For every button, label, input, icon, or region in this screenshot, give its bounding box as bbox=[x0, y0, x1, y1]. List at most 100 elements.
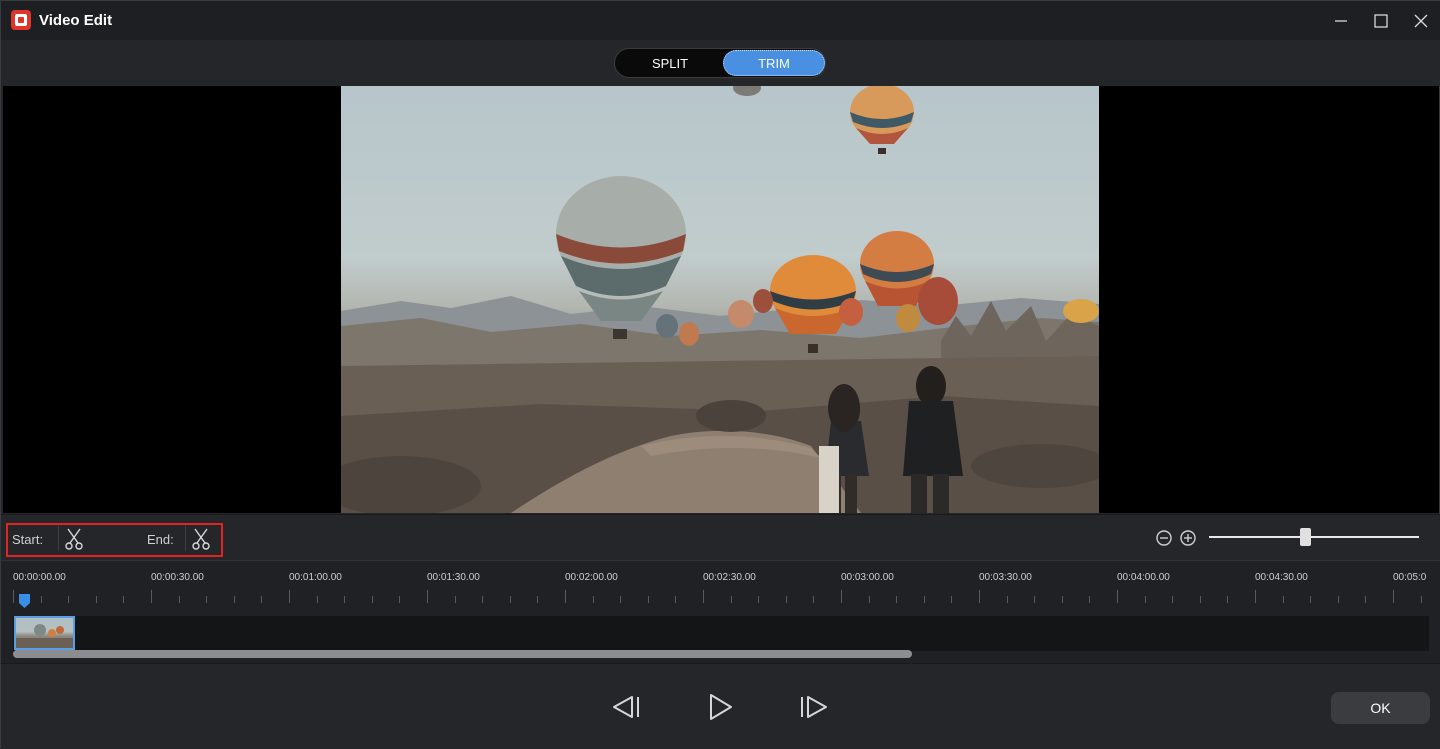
previous-frame-button[interactable] bbox=[608, 689, 644, 725]
ruler-minor-tick bbox=[482, 596, 483, 603]
ruler-label: 00:02:00.00 bbox=[565, 572, 618, 583]
ruler-label: 00:02:30.00 bbox=[703, 572, 756, 583]
step-forward-icon bbox=[801, 696, 827, 718]
ruler-minor-tick bbox=[96, 596, 97, 603]
playhead-marker[interactable] bbox=[19, 594, 30, 608]
ruler-minor-tick bbox=[1200, 596, 1201, 603]
ruler-minor-tick bbox=[1283, 596, 1284, 603]
ruler-minor-tick bbox=[1365, 596, 1366, 603]
ruler-minor-tick bbox=[648, 596, 649, 603]
start-label: Start: bbox=[12, 532, 44, 547]
playback-bar: OK bbox=[1, 663, 1440, 749]
zoom-in-button[interactable] bbox=[1179, 529, 1197, 547]
end-scissors-button[interactable] bbox=[190, 528, 212, 550]
end-divider bbox=[185, 525, 186, 551]
ruler-major-tick bbox=[1393, 590, 1394, 603]
ruler-minor-tick bbox=[399, 596, 400, 603]
next-frame-button[interactable] bbox=[796, 689, 832, 725]
ruler-minor-tick bbox=[620, 596, 621, 603]
ruler-minor-tick bbox=[1007, 596, 1008, 603]
ruler-label: 00:00:00.00 bbox=[13, 572, 66, 583]
ruler-minor-tick bbox=[1172, 596, 1173, 603]
video-preview bbox=[3, 86, 1439, 513]
ruler-label: 00:04:00.00 bbox=[1117, 572, 1170, 583]
ruler-minor-tick bbox=[869, 596, 870, 603]
tab-trim[interactable]: TRIM bbox=[723, 50, 825, 76]
zoom-in-icon bbox=[1180, 530, 1196, 546]
ruler-minor-tick bbox=[372, 596, 373, 603]
ruler-minor-tick bbox=[510, 596, 511, 603]
start-divider bbox=[58, 525, 59, 551]
ruler-minor-tick bbox=[537, 596, 538, 603]
ruler-minor-tick bbox=[731, 596, 732, 603]
close-button[interactable] bbox=[1401, 1, 1440, 40]
ruler-minor-tick bbox=[206, 596, 207, 603]
ruler-label: 00:00:30.00 bbox=[151, 572, 204, 583]
minimize-icon bbox=[1335, 19, 1347, 22]
ruler-minor-tick bbox=[593, 596, 594, 603]
ruler-minor-tick bbox=[455, 596, 456, 603]
ruler-minor-tick bbox=[41, 596, 42, 603]
app-logo-icon bbox=[11, 10, 31, 30]
ruler-major-tick bbox=[151, 590, 152, 603]
ruler-major-tick bbox=[841, 590, 842, 603]
start-scissors-button[interactable] bbox=[63, 528, 85, 550]
scissors-icon bbox=[65, 528, 83, 550]
mode-bar: SPLIT TRIM bbox=[1, 40, 1440, 86]
ruler-minor-tick bbox=[1310, 596, 1311, 603]
ruler-minor-tick bbox=[1145, 596, 1146, 603]
ruler-minor-tick bbox=[675, 596, 676, 603]
ruler-minor-tick bbox=[344, 596, 345, 603]
video-clip-thumbnail[interactable] bbox=[14, 616, 75, 650]
tab-split[interactable]: SPLIT bbox=[619, 50, 721, 76]
ruler-major-tick bbox=[289, 590, 290, 603]
zoom-out-button[interactable] bbox=[1155, 529, 1173, 547]
mode-toggle: SPLIT TRIM bbox=[614, 48, 826, 78]
ruler-minor-tick bbox=[179, 596, 180, 603]
play-icon bbox=[710, 694, 732, 720]
ruler-major-tick bbox=[703, 590, 704, 603]
maximize-button[interactable] bbox=[1361, 1, 1401, 40]
clip-thumbnail-image bbox=[16, 624, 73, 648]
ruler-label: 00:01:30.00 bbox=[427, 572, 480, 583]
ruler-label: 00:04:30.00 bbox=[1255, 572, 1308, 583]
timeline: 00:00:00.00 00:00:30.00 00:01:00.00 00:01:3… bbox=[1, 560, 1440, 663]
ruler-minor-tick bbox=[1062, 596, 1063, 603]
ruler-major-tick bbox=[13, 590, 14, 603]
trim-controls-bar: Start: End: bbox=[1, 514, 1440, 560]
timeline-scrollbar[interactable] bbox=[13, 650, 912, 658]
ruler-minor-tick bbox=[951, 596, 952, 603]
title-bar: Video Edit bbox=[1, 1, 1440, 40]
step-back-icon bbox=[613, 696, 639, 718]
zoom-out-icon bbox=[1156, 530, 1172, 546]
end-label: End: bbox=[147, 532, 174, 547]
close-icon bbox=[1414, 14, 1428, 27]
video-track bbox=[13, 616, 1429, 651]
zoom-slider-thumb[interactable] bbox=[1300, 528, 1311, 546]
ruler-minor-tick bbox=[234, 596, 235, 603]
ruler-minor-tick bbox=[758, 596, 759, 603]
minimize-button[interactable] bbox=[1321, 1, 1361, 40]
ok-button[interactable]: OK bbox=[1331, 692, 1430, 724]
ruler-label: 00:03:00.00 bbox=[841, 572, 894, 583]
window-title: Video Edit bbox=[39, 12, 113, 29]
ruler-minor-tick bbox=[123, 596, 124, 603]
ruler-label: 00:03:30.00 bbox=[979, 572, 1032, 583]
ruler-minor-tick bbox=[924, 596, 925, 603]
ruler-minor-tick bbox=[1089, 596, 1090, 603]
ruler-label: 00:05:0 bbox=[1393, 572, 1427, 583]
maximize-icon bbox=[1374, 13, 1388, 28]
zoom-slider-track[interactable] bbox=[1209, 536, 1419, 538]
ruler-minor-tick bbox=[261, 596, 262, 603]
play-button[interactable] bbox=[702, 689, 738, 725]
video-frame-image bbox=[341, 86, 1099, 513]
video-frame bbox=[341, 86, 1099, 513]
ruler-major-tick bbox=[1117, 590, 1118, 603]
ruler-minor-tick bbox=[317, 596, 318, 603]
ruler-minor-tick bbox=[1421, 596, 1422, 603]
ruler-major-tick bbox=[979, 590, 980, 603]
ruler-minor-tick bbox=[68, 596, 69, 603]
ruler-minor-tick bbox=[786, 596, 787, 603]
ruler-minor-tick bbox=[1338, 596, 1339, 603]
video-edit-window: Video Edit SPLIT TRIM Start: End: 00:00:… bbox=[0, 0, 1440, 749]
